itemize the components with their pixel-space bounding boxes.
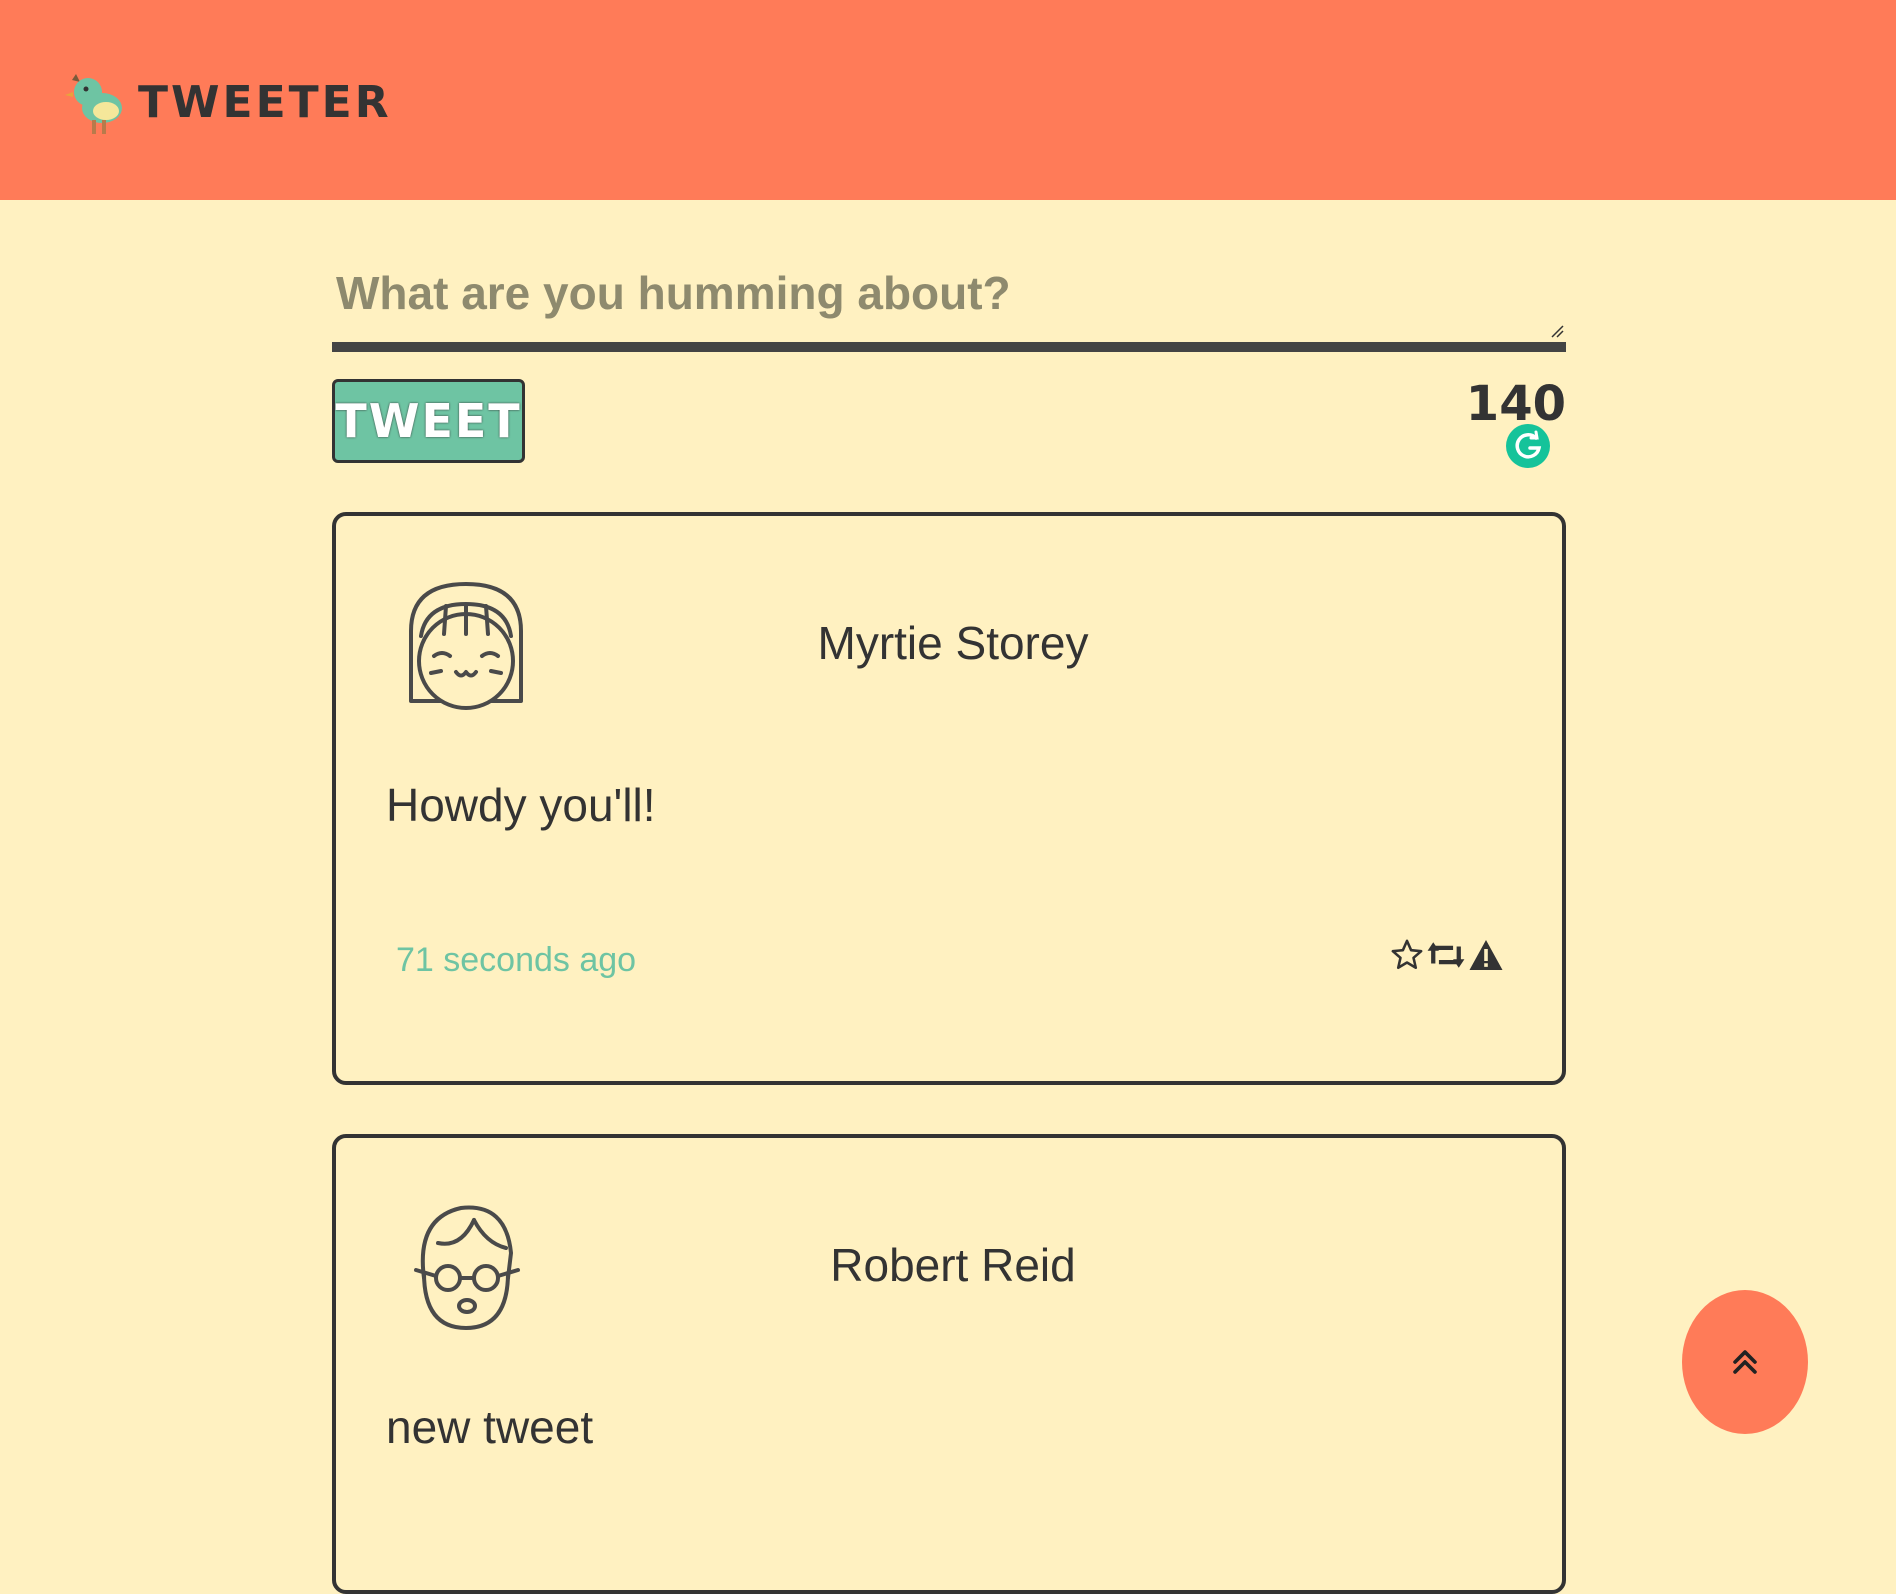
tweet-textarea[interactable]: What are you humming about?	[332, 250, 1566, 352]
tweet-body: Howdy you'll!	[386, 779, 656, 831]
tweet-textarea-placeholder: What are you humming about?	[336, 267, 1011, 319]
tweet-timestamp: 71 seconds ago	[396, 941, 637, 979]
brand[interactable]: TWEETER	[62, 66, 392, 138]
tweet-card: Robert Reid new tweet	[332, 1134, 1566, 1594]
scroll-to-top-button[interactable]	[1682, 1290, 1808, 1434]
resize-handle-icon[interactable]	[1550, 324, 1564, 338]
compose-tweet-form: What are you humming about? TWEET 140	[332, 250, 1566, 468]
tweet-actions	[1390, 938, 1504, 972]
tweet-body: new tweet	[386, 1401, 594, 1453]
tweet-author: Robert Reid	[830, 1239, 1076, 1291]
tweet-card: Myrtie Storey Howdy you'll! 71 seconds a…	[332, 512, 1566, 1085]
brand-name: TWEETER	[138, 76, 392, 128]
grammarly-icon[interactable]	[1506, 424, 1550, 468]
double-chevron-up-icon	[1733, 1350, 1757, 1374]
top-nav-bar: TWEETER	[0, 0, 1896, 200]
retweet-icon[interactable]	[1426, 938, 1466, 972]
tweet-author: Myrtie Storey	[817, 617, 1089, 669]
bird-logo-icon	[65, 74, 122, 134]
flag-icon[interactable]	[1468, 938, 1504, 972]
tweet-button[interactable]: TWEET	[332, 379, 525, 463]
star-icon[interactable]	[1390, 938, 1424, 972]
